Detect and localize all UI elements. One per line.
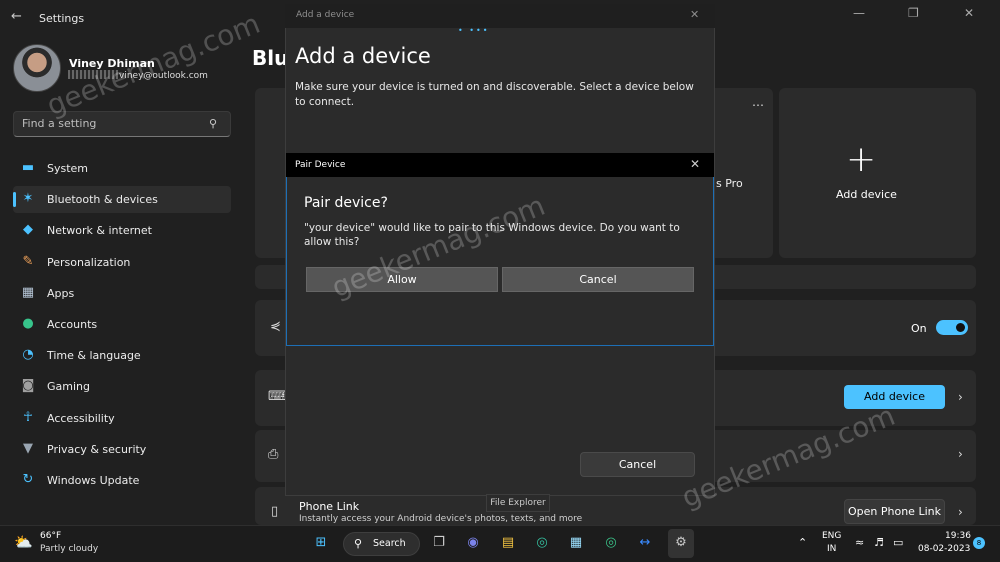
- file-explorer-tooltip: File Explorer: [486, 494, 550, 512]
- battery-icon[interactable]: ▭: [893, 536, 903, 549]
- pair-device-dialog: [286, 153, 714, 346]
- language-bottom[interactable]: IN: [827, 544, 836, 554]
- add-device-description: Make sure your device is turned on and d…: [295, 81, 694, 108]
- chevron-right-icon[interactable]: ›: [958, 505, 963, 519]
- bluetooth-icon: ✶: [22, 191, 34, 206]
- sidebar-item-accounts[interactable]: [13, 311, 231, 338]
- pair-device-titlebar: [286, 153, 714, 177]
- search-icon: ⚲: [354, 537, 363, 550]
- wifi-icon: ◆: [23, 222, 33, 237]
- notification-badge[interactable]: 8: [973, 537, 985, 549]
- sidebar-item-label: Accessibility: [47, 412, 115, 425]
- bluetooth-icon: ⋞: [270, 319, 281, 334]
- avatar[interactable]: [13, 44, 61, 92]
- window-title: Settings: [39, 12, 85, 25]
- keyboard-icon: ⌨: [268, 389, 287, 404]
- taskbar-search-label: Search: [373, 538, 406, 549]
- plus-icon: +: [846, 139, 877, 180]
- phone-icon: ▯: [271, 504, 279, 519]
- sidebar-item-label: Apps: [47, 287, 75, 300]
- sidebar-item-label: Windows Update: [47, 474, 140, 487]
- teams-chat-icon[interactable]: ◉: [462, 532, 484, 554]
- language-top[interactable]: ENG: [822, 531, 841, 541]
- sidebar-item-accessibility[interactable]: [13, 405, 231, 432]
- chevron-up-icon[interactable]: ⌃: [798, 536, 807, 549]
- close-window-icon[interactable]: ✕: [964, 6, 974, 20]
- sidebar-item-system[interactable]: [13, 155, 231, 182]
- sidebar-item-gaming[interactable]: [13, 373, 231, 400]
- progress-dots: • •••: [458, 26, 490, 35]
- pair-device-titlebar-text: Pair Device: [295, 160, 346, 170]
- file-explorer-icon[interactable]: ▤: [497, 532, 519, 554]
- person-icon: ●: [22, 316, 34, 331]
- partly-cloudy-icon[interactable]: ⛅: [14, 533, 33, 551]
- device-card-name: s Pro: [716, 177, 743, 190]
- globe-clock-icon: ◔: [22, 347, 34, 362]
- more-options-icon[interactable]: ⋯: [752, 98, 765, 112]
- settings-gear-icon[interactable]: ⚙: [670, 532, 692, 554]
- close-icon[interactable]: ✕: [690, 8, 699, 21]
- pair-cancel-button[interactable]: Cancel: [502, 267, 694, 292]
- add-device-button[interactable]: Add device: [844, 385, 945, 409]
- sidebar-item-apps[interactable]: [13, 280, 231, 307]
- minimize-icon[interactable]: —: [853, 6, 865, 20]
- sidebar-item-label: Accounts: [47, 318, 98, 331]
- monitor-icon: ▬: [21, 160, 35, 175]
- apps-grid-icon: ▦: [21, 285, 35, 300]
- sidebar-item-label: Gaming: [47, 380, 90, 393]
- weather-temp[interactable]: 66°F: [40, 531, 61, 541]
- refresh-icon: ↻: [22, 472, 34, 487]
- close-icon[interactable]: ✕: [690, 157, 700, 171]
- chevron-right-icon[interactable]: ›: [958, 447, 963, 461]
- add-device-cancel-button[interactable]: Cancel: [580, 452, 695, 477]
- maximize-icon[interactable]: ❐: [908, 6, 919, 20]
- add-device-heading: Add a device: [295, 44, 431, 68]
- phone-link-title: Phone Link: [299, 500, 360, 513]
- start-icon[interactable]: ⊞: [310, 532, 332, 554]
- phone-link-subtitle: Instantly access your Android device's p…: [299, 514, 583, 524]
- sidebar-item-label: Personalization: [47, 256, 131, 269]
- add-device-card-label: Add device: [836, 188, 897, 201]
- add-device-card[interactable]: [779, 88, 976, 258]
- accessibility-icon: ☥: [23, 410, 33, 425]
- brush-icon: ✎: [22, 254, 34, 269]
- clock-time[interactable]: 19:36: [945, 531, 971, 541]
- chevron-right-icon[interactable]: ›: [958, 390, 963, 404]
- edge-canary-icon[interactable]: ◎: [600, 532, 622, 554]
- sidebar-item-label: Privacy & security: [47, 443, 147, 456]
- sidebar-item-label: Time & language: [47, 349, 141, 362]
- store-icon[interactable]: ▦: [565, 532, 587, 554]
- sidebar-item-label: System: [47, 162, 89, 175]
- toggle-knob: [956, 323, 965, 332]
- add-device-titlebar-text: Add a device: [296, 10, 355, 20]
- search-icon[interactable]: ⚲: [209, 117, 217, 130]
- task-view-icon[interactable]: ❐: [428, 532, 450, 554]
- active-indicator: [13, 192, 16, 207]
- open-phone-link-button[interactable]: Open Phone Link: [844, 499, 945, 524]
- sidebar-item-label: Bluetooth & devices: [47, 193, 158, 206]
- shield-icon: ▼: [23, 441, 33, 456]
- weather-condition[interactable]: Partly cloudy: [40, 544, 98, 554]
- gamepad-icon: ◙: [21, 378, 35, 393]
- teamviewer-icon[interactable]: ↔: [634, 532, 656, 554]
- edge-icon[interactable]: ◎: [531, 532, 553, 554]
- sidebar-item-label: Network & internet: [47, 224, 152, 237]
- printer-icon: ⎙: [268, 447, 279, 462]
- back-arrow-icon[interactable]: ←: [11, 9, 22, 24]
- volume-icon[interactable]: ♬: [874, 536, 884, 549]
- clock-date[interactable]: 08-02-2023: [918, 544, 970, 554]
- pair-device-heading: Pair device?: [304, 195, 388, 211]
- screen: ← Settings — ❐ ✕ Viney Dhiman viney@outl…: [0, 0, 1000, 562]
- wifi-icon[interactable]: ≈: [855, 536, 864, 549]
- bluetooth-toggle-label: On: [911, 322, 927, 335]
